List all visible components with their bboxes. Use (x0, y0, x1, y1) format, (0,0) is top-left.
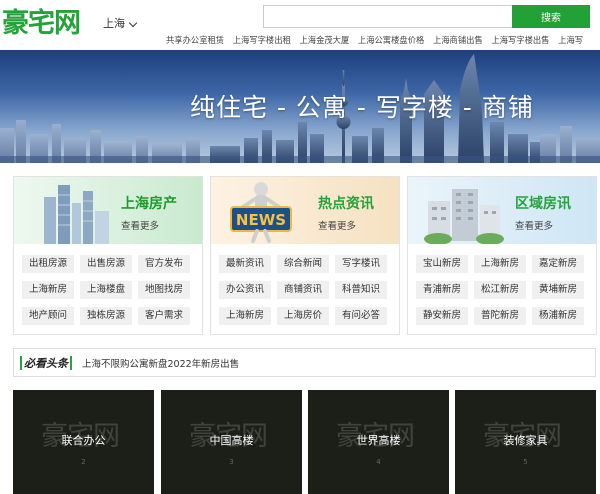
category-tile[interactable]: 豪宅网 装修家具 5 (455, 390, 596, 494)
site-logo[interactable]: 豪宅网 (2, 8, 81, 40)
link-item[interactable]: 客户需求 (138, 307, 190, 325)
view-more-link[interactable]: 查看更多 (318, 218, 356, 232)
tile-label: 装修家具 (503, 434, 548, 447)
page: 豪宅网 上海 搜索 共享办公室租赁 上海写字楼出租 上海金茂大厦 上海公寓楼盘价… (0, 0, 600, 494)
card-header[interactable]: 区域房讯 查看更多 (408, 177, 596, 244)
link-item[interactable]: 地产顾问 (22, 307, 74, 325)
link-item[interactable]: 嘉定新房 (532, 255, 584, 273)
link-item[interactable]: 上海新房 (219, 307, 271, 325)
card-title: 热点资讯 (318, 196, 374, 212)
link-item[interactable]: 静安新房 (416, 307, 468, 325)
hot-link[interactable]: 上海商铺出售 (433, 35, 483, 45)
hot-link[interactable]: 上海写 (558, 35, 583, 45)
card-district-news: 区域房讯 查看更多 宝山新房 上海新房 嘉定新房 青浦新房 松江新房 黄埔新房 … (407, 176, 597, 335)
hot-link[interactable]: 上海写字楼出售 (491, 35, 549, 45)
card-header[interactable]: 上海房产 查看更多 (14, 177, 202, 244)
tile-number: 5 (523, 458, 528, 466)
hot-link[interactable]: 共享办公室租赁 (166, 35, 224, 45)
card-title: 上海房产 (121, 196, 177, 212)
link-item[interactable]: 官方发布 (138, 255, 190, 273)
card-links: 最新资讯 综合新闻 写字楼讯 办公资讯 商铺资讯 科普知识 上海新房 上海房价 … (219, 255, 395, 325)
link-item[interactable]: 黄埔新房 (532, 281, 584, 299)
card-title: 区域房讯 (515, 196, 571, 212)
view-more-link[interactable]: 查看更多 (121, 218, 159, 232)
link-item[interactable]: 出售房源 (80, 255, 132, 273)
office-towers-icon (44, 185, 109, 244)
link-item[interactable]: 综合新闻 (277, 255, 329, 273)
apartment-buildings-icon (424, 189, 504, 244)
category-tile[interactable]: 豪宅网 世界高楼 4 (308, 390, 449, 494)
link-item[interactable]: 青浦新房 (416, 281, 468, 299)
view-more-link[interactable]: 查看更多 (515, 218, 553, 232)
link-item[interactable]: 上海新房 (474, 255, 526, 273)
link-item[interactable]: 普陀新房 (474, 307, 526, 325)
headline-bar: 必看头条 上海不限购公寓新盘2022年新房出售 (13, 348, 596, 377)
tile-label: 世界高楼 (356, 434, 401, 447)
link-item[interactable]: 独栋房源 (80, 307, 132, 325)
card-shanghai-property: 上海房产 查看更多 出租房源 出售房源 官方发布 上海新房 上海楼盘 地图找房 … (13, 176, 203, 335)
link-item[interactable]: 商铺资讯 (277, 281, 329, 299)
hot-link[interactable]: 上海写字楼出租 (233, 35, 291, 45)
city-selector[interactable]: 上海 (103, 16, 138, 32)
link-item[interactable]: 宝山新房 (416, 255, 468, 273)
link-item[interactable]: 科普知识 (335, 281, 387, 299)
category-tile[interactable]: 豪宅网 联合办公 2 (13, 390, 154, 494)
link-item[interactable]: 上海楼盘 (80, 281, 132, 299)
tile-number: 3 (229, 458, 234, 466)
chevron-down-icon (128, 18, 138, 27)
search-input[interactable] (263, 5, 513, 28)
tile-number: 2 (81, 458, 86, 466)
link-item[interactable]: 出租房源 (22, 255, 74, 273)
card-header[interactable]: NEWS 热点资讯 查看更多 (211, 177, 399, 244)
link-item[interactable]: 上海新房 (22, 281, 74, 299)
link-item[interactable]: 杨浦新房 (532, 307, 584, 325)
link-item[interactable]: 写字楼讯 (335, 255, 387, 273)
headline-badge: 必看头条 (20, 355, 72, 370)
headline-link[interactable]: 上海不限购公寓新盘2022年新房出售 (82, 356, 239, 370)
link-item[interactable]: 有问必答 (335, 307, 387, 325)
tile-label: 中国高楼 (209, 434, 254, 447)
news-icon: NEWS (230, 182, 292, 243)
card-links: 出租房源 出售房源 官方发布 上海新房 上海楼盘 地图找房 地产顾问 独栋房源 … (22, 255, 198, 325)
hot-link[interactable]: 上海公寓楼盘价格 (358, 35, 424, 45)
link-item[interactable]: 上海房价 (277, 307, 329, 325)
svg-text:NEWS: NEWS (236, 211, 286, 229)
card-hot-news: NEWS 热点资讯 查看更多 最新资讯 综合新闻 写字楼讯 办公资讯 商铺资讯 … (210, 176, 400, 335)
tile-label: 联合办公 (61, 434, 106, 447)
link-item[interactable]: 松江新房 (474, 281, 526, 299)
card-links: 宝山新房 上海新房 嘉定新房 青浦新房 松江新房 黄埔新房 静安新房 普陀新房 … (416, 255, 592, 325)
search-button[interactable]: 搜索 (512, 5, 590, 28)
hot-links: 共享办公室租赁 上海写字楼出租 上海金茂大厦 上海公寓楼盘价格 上海商铺出售 上… (166, 33, 600, 47)
tile-number: 4 (376, 458, 381, 466)
hero-banner[interactable]: 纯住宅 - 公寓 - 写字楼 - 商铺 (0, 50, 600, 163)
link-item[interactable]: 地图找房 (138, 281, 190, 299)
city-name: 上海 (103, 17, 125, 30)
link-item[interactable]: 办公资讯 (219, 281, 271, 299)
link-item[interactable]: 最新资讯 (219, 255, 271, 273)
category-tile[interactable]: 豪宅网 中国高楼 3 (161, 390, 302, 494)
banner-slogan: 纯住宅 - 公寓 - 写字楼 - 商铺 (190, 93, 534, 122)
hot-link[interactable]: 上海金茂大厦 (299, 35, 349, 45)
